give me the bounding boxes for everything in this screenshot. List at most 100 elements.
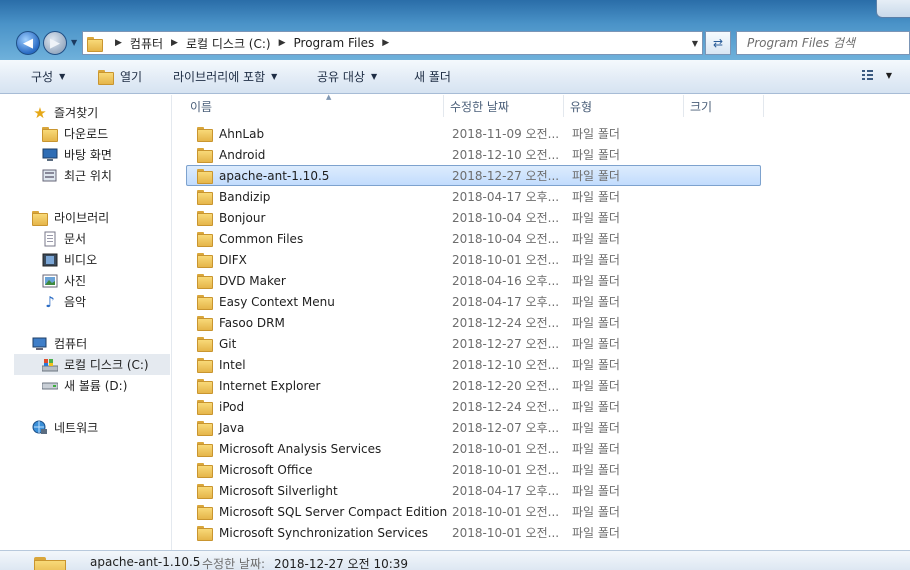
back-button[interactable]: ◀ [16, 31, 40, 55]
nav-favorites-label: 즐겨찾기 [54, 106, 99, 120]
recent-pages-dropdown[interactable]: ▼ [71, 38, 77, 47]
folder-icon [197, 442, 213, 457]
file-date: 2018-10-04 오전... [452, 211, 560, 225]
file-date: 2018-12-27 오전... [452, 169, 560, 183]
nav-local-disk[interactable]: 로컬 디스크 (C:) [14, 354, 170, 375]
breadcrumb-computer[interactable]: 컴퓨터 [130, 35, 163, 52]
folder-icon [197, 505, 213, 520]
column-header-name[interactable]: 이름 ▲ [186, 93, 444, 117]
file-row[interactable]: Common Files 2018-10-04 오전... 파일 폴더 [186, 228, 761, 249]
include-library-button[interactable]: 라이브러리에 포함 ▼ [173, 60, 277, 93]
computer-icon [32, 336, 48, 352]
folder-icon [197, 274, 213, 289]
file-date: 2018-12-20 오전... [452, 379, 560, 393]
file-row[interactable]: Microsoft Synchronization Services 2018-1… [186, 522, 761, 543]
share-with-button[interactable]: 공유 대상 ▼ [317, 60, 377, 93]
file-row[interactable]: Git 2018-12-27 오전... 파일 폴더 [186, 333, 761, 354]
file-row[interactable]: Easy Context Menu 2018-04-17 오후... 파일 폴더 [186, 291, 761, 312]
file-row[interactable]: Microsoft Office 2018-10-01 오전... 파일 폴더 [186, 459, 761, 480]
file-name: Fasoo DRM [219, 315, 285, 330]
chevron-right-icon[interactable]: ▶ [171, 38, 178, 48]
nav-downloads-label: 다운로드 [64, 127, 109, 141]
chevron-right-icon[interactable]: ▶ [279, 38, 286, 48]
file-name: Bonjour [219, 210, 266, 225]
file-name-cell: DVD Maker [197, 274, 286, 289]
chevron-right-icon[interactable]: ▶ [115, 38, 122, 48]
file-name: Android [219, 147, 266, 162]
file-row[interactable]: DIFX 2018-10-01 오전... 파일 폴더 [186, 249, 761, 270]
folder-icon [197, 526, 213, 541]
search-box[interactable] [736, 31, 910, 55]
new-folder-button[interactable]: 새 폴더 [414, 60, 451, 93]
address-history-dropdown[interactable]: ▼ [692, 39, 698, 48]
column-type-label: 유형 [570, 99, 593, 114]
folder-icon [197, 358, 213, 373]
file-type: 파일 폴더 [572, 526, 620, 540]
selected-folder-icon [34, 557, 66, 570]
file-name: Microsoft SQL Server Compact Edition [219, 504, 448, 519]
file-row[interactable]: Microsoft SQL Server Compact Edition 2018… [186, 501, 761, 522]
file-name-cell: Microsoft Analysis Services [197, 442, 381, 457]
column-date-label: 수정한 날짜 [450, 99, 510, 114]
breadcrumb-local-disk[interactable]: 로컬 디스크 (C:) [186, 35, 271, 52]
file-row[interactable]: Intel 2018-12-10 오전... 파일 폴더 [186, 354, 761, 375]
file-type: 파일 폴더 [572, 358, 620, 372]
file-name-cell: Git [197, 336, 237, 352]
folder-icon [197, 211, 213, 226]
folder-icon [197, 169, 213, 184]
window-close-button[interactable] [876, 0, 910, 18]
breadcrumb-program-files[interactable]: Program Files [294, 36, 375, 50]
file-row[interactable]: Bandizip 2018-04-17 오후... 파일 폴더 [186, 186, 761, 207]
folder-icon [197, 463, 213, 478]
nav-local-disk-label: 로컬 디스크 (C:) [64, 358, 149, 372]
file-row[interactable]: Java 2018-12-07 오후... 파일 폴더 [186, 417, 761, 438]
column-header-size[interactable]: 크기 [684, 95, 764, 117]
nav-favorites[interactable]: ★ 즐겨찾기 [32, 102, 188, 123]
file-date: 2018-12-10 오전... [452, 358, 560, 372]
file-row[interactable]: Android 2018-12-10 오전... 파일 폴더 [186, 144, 761, 165]
nav-computer[interactable]: 컴퓨터 [32, 333, 188, 354]
refresh-button[interactable]: ⇄ [705, 31, 731, 55]
file-name: Bandizip [219, 189, 271, 204]
file-name: AhnLab [219, 126, 265, 141]
file-row[interactable]: Fasoo DRM 2018-12-24 오전... 파일 폴더 [186, 312, 761, 333]
nav-network[interactable]: 네트워크 [32, 417, 188, 438]
details-pane: apache-ant-1.10.5 수정한 날짜: 2018-12-27 오전 … [0, 550, 910, 570]
file-row[interactable]: iPod 2018-12-24 오전... 파일 폴더 [186, 396, 761, 417]
nav-music-label: 음악 [64, 295, 87, 309]
file-name: Git [219, 336, 237, 351]
file-row[interactable]: DVD Maker 2018-04-16 오후... 파일 폴더 [186, 270, 761, 291]
column-header-date[interactable]: 수정한 날짜 [444, 95, 564, 117]
address-bar[interactable]: ▶ 컴퓨터 ▶ 로컬 디스크 (C:) ▶ Program Files ▶ ▼ [82, 31, 703, 55]
file-row[interactable]: Microsoft Analysis Services 2018-10-01 오전… [186, 438, 761, 459]
forward-arrow-icon: ▶ [50, 35, 60, 51]
forward-button[interactable]: ▶ [43, 31, 67, 55]
file-name-cell: DIFX [197, 253, 247, 268]
file-row[interactable]: Microsoft Silverlight 2018-04-17 오후... 파일 … [186, 480, 761, 501]
file-name: Intel [219, 357, 246, 372]
chevron-down-icon[interactable]: ▼ [886, 71, 892, 80]
file-name: Common Files [219, 231, 304, 246]
column-header-type[interactable]: 유형 [564, 95, 684, 117]
file-date: 2018-10-01 오전... [452, 253, 560, 267]
folder-icon [197, 400, 213, 415]
nav-libraries[interactable]: 라이브러리 [32, 207, 188, 228]
change-view-button[interactable]: ▼ [861, 69, 892, 81]
file-date: 2018-11-09 오전... [452, 127, 560, 141]
file-name: Easy Context Menu [219, 294, 335, 309]
search-input[interactable] [747, 36, 897, 50]
column-name-label: 이름 [190, 99, 213, 114]
file-date: 2018-04-17 오후... [452, 190, 560, 204]
chevron-right-icon[interactable]: ▶ [382, 38, 389, 48]
file-date: 2018-10-01 오전... [452, 442, 560, 456]
file-row[interactable]: apache-ant-1.10.5 2018-12-27 오전... 파일 폴더 [186, 165, 761, 186]
file-row[interactable]: AhnLab 2018-11-09 오전... 파일 폴더 [186, 123, 761, 144]
file-row[interactable]: Bonjour 2018-10-04 오전... 파일 폴더 [186, 207, 761, 228]
organize-label: 구성 [31, 70, 54, 84]
organize-button[interactable]: 구성 ▼ [31, 60, 65, 93]
folder-icon [197, 316, 213, 331]
open-button[interactable]: 열기 [98, 60, 142, 93]
file-type: 파일 폴더 [572, 169, 620, 183]
include-library-label: 라이브러리에 포함 [173, 70, 266, 84]
file-row[interactable]: Internet Explorer 2018-12-20 오전... 파일 폴더 [186, 375, 761, 396]
